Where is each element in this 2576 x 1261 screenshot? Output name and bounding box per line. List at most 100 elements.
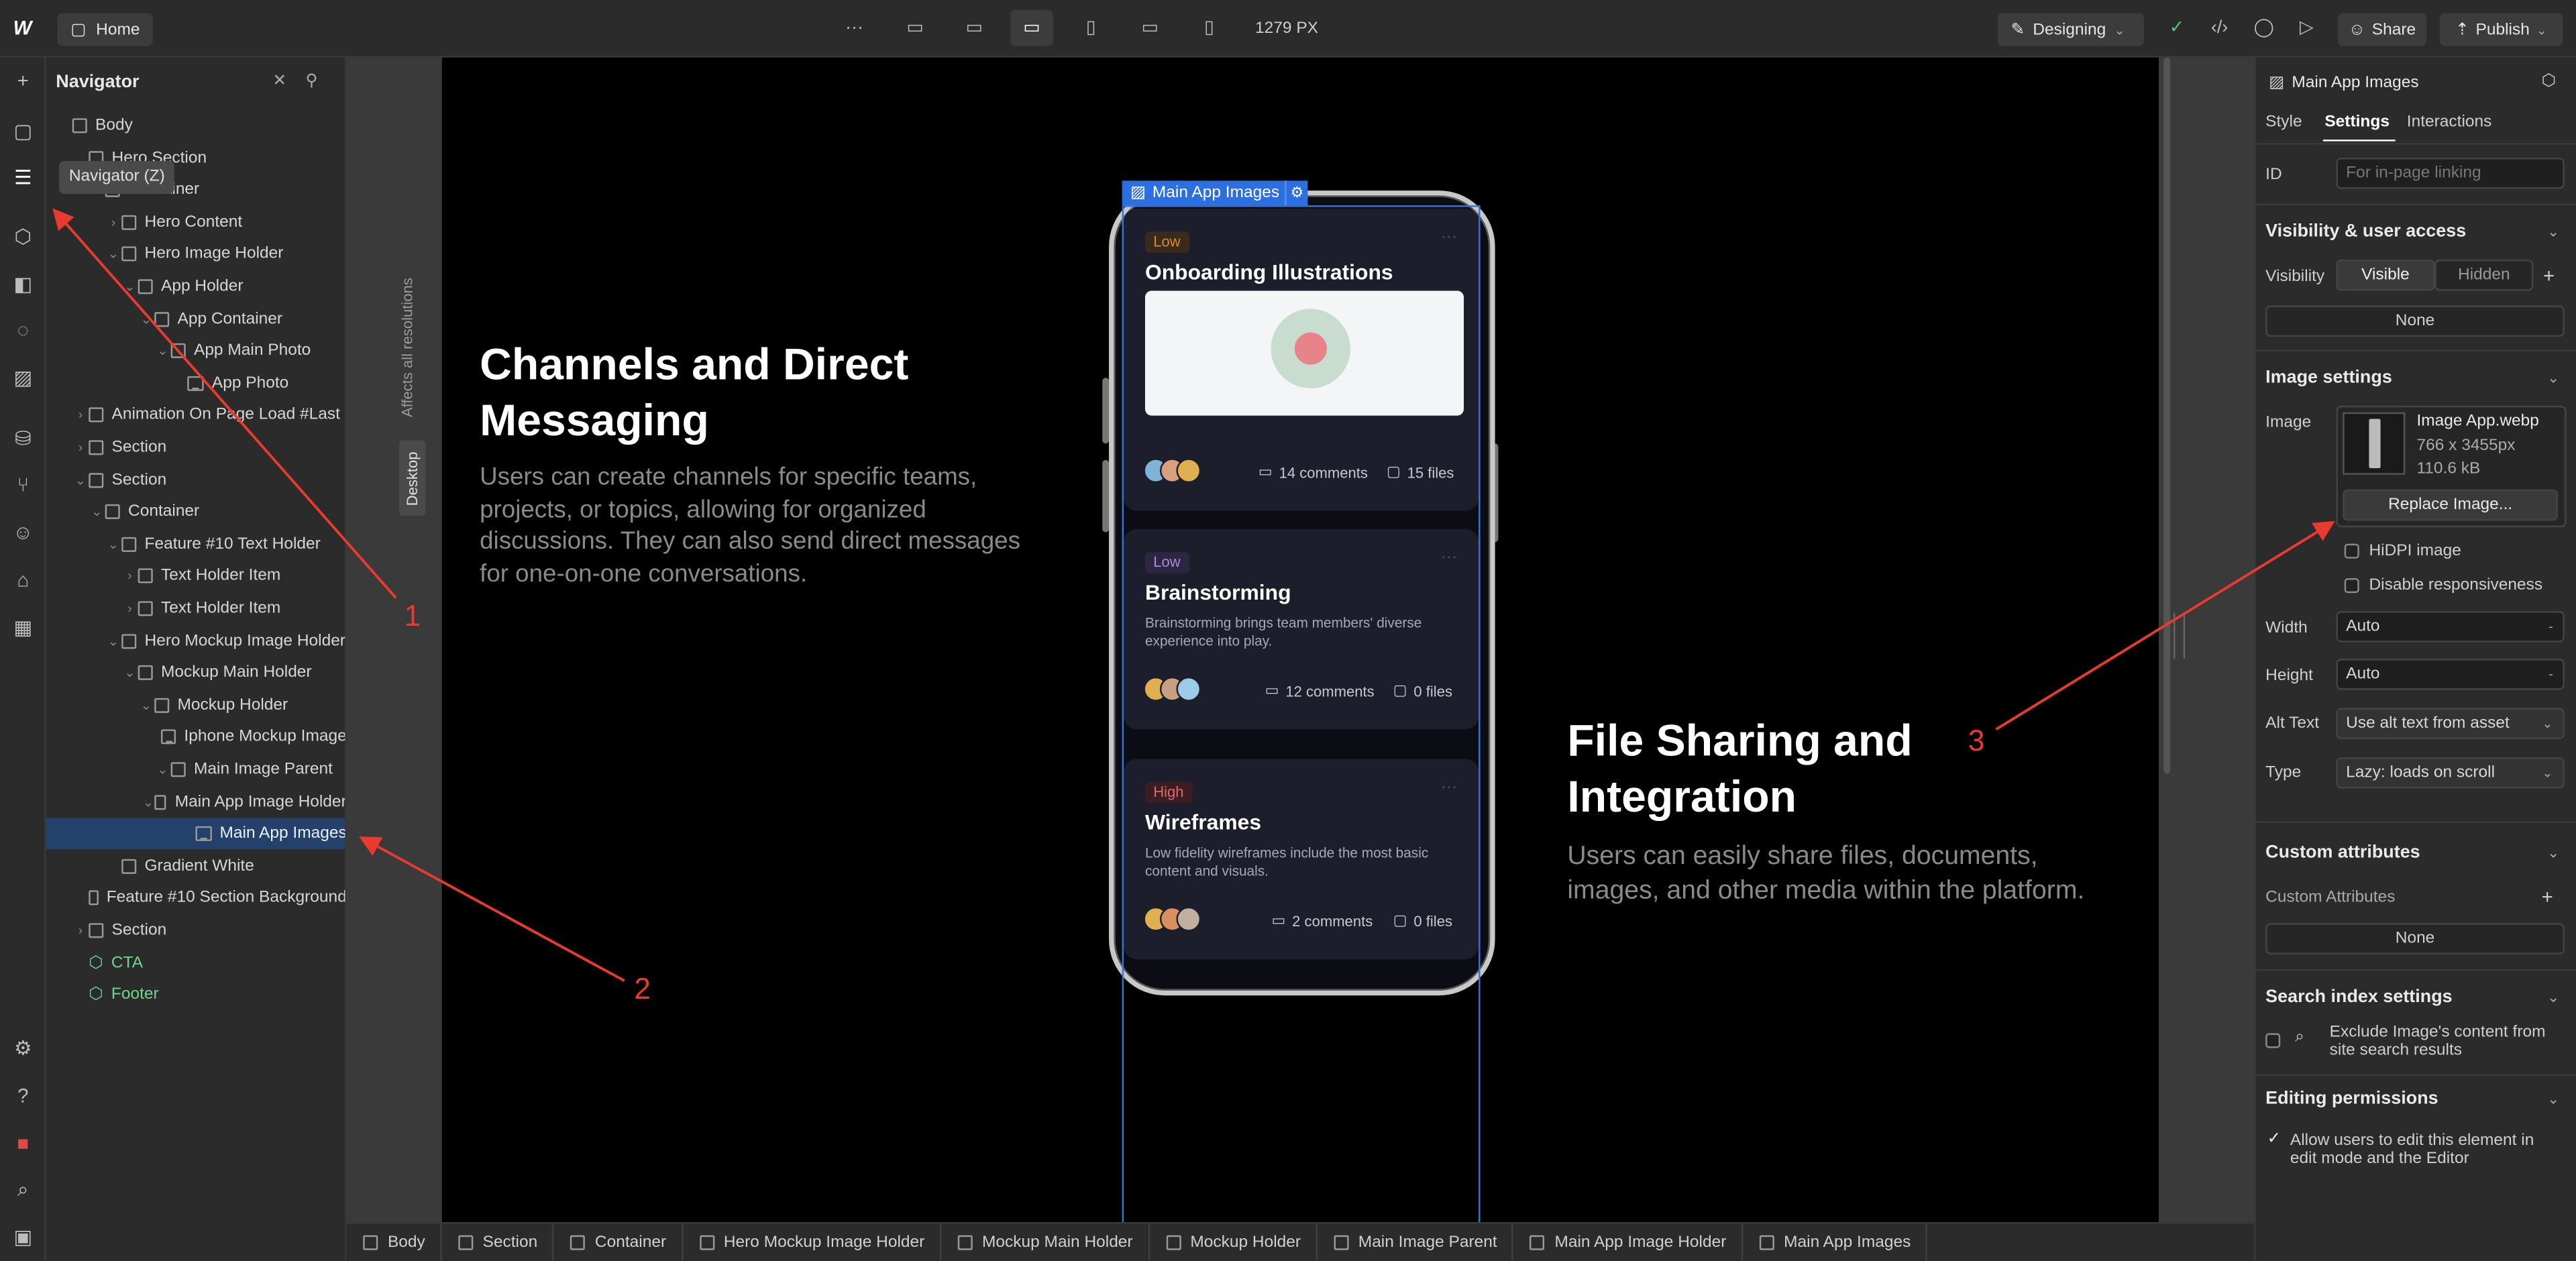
navigator-item[interactable]: ⌄ App Holder <box>46 271 345 303</box>
search-icon[interactable]: ⌕ <box>11 1178 34 1201</box>
expand-caret-icon[interactable]: ⌄ <box>142 794 155 809</box>
navigator-item[interactable]: ⌄ App Main Photo <box>46 335 345 367</box>
navigator-item[interactable]: Iphone Mockup Image <box>46 722 345 753</box>
breadcrumb-item[interactable]: Main Image Parent <box>1318 1223 1514 1261</box>
cms-database-icon[interactable]: ⛁ <box>11 427 34 450</box>
height-input[interactable]: Auto - <box>2336 659 2565 690</box>
video-tutorial-icon[interactable]: ▣ <box>11 1225 34 1248</box>
navigator-item[interactable]: ⌄ Main Image Parent <box>46 754 345 785</box>
tab-settings[interactable]: Settings <box>2324 113 2390 131</box>
exclude-search-checkbox[interactable] <box>2265 1033 2281 1048</box>
editing-permissions-section-title[interactable]: Editing permissions <box>2265 1089 2438 1109</box>
navigator-item-selected[interactable]: Main App Images <box>46 818 345 850</box>
navigator-item[interactable]: › Animation On Page Load #Last <box>46 400 345 431</box>
webflow-logo-icon[interactable]: W <box>13 16 40 39</box>
add-icon[interactable]: + <box>11 69 34 92</box>
add-attribute-icon[interactable]: + <box>2542 885 2553 908</box>
expand-caret-icon[interactable]: › <box>72 408 89 423</box>
tab-interactions[interactable]: Interactions <box>2407 113 2492 131</box>
navigator-item[interactable]: ⌄ App Container <box>46 303 345 335</box>
breakpoint-tablet-icon[interactable]: ▯ <box>1079 18 1102 38</box>
navigator-item[interactable]: ⌄ Hero Mockup Image Holder <box>46 625 345 657</box>
breadcrumb-item[interactable]: Mockup Main Holder <box>941 1223 1150 1261</box>
more-icon[interactable]: ··· <box>843 18 865 38</box>
chevron-down-icon[interactable]: ⌄ <box>2547 223 2559 241</box>
expand-caret-icon[interactable]: › <box>121 601 138 616</box>
navigator-item[interactable]: › Text Holder Item <box>46 593 345 624</box>
navigator-item[interactable]: Body <box>46 110 345 142</box>
breakpoint-desktop-large-icon[interactable]: ▭ <box>904 18 926 38</box>
expand-caret-icon[interactable]: › <box>72 923 89 938</box>
chevron-down-icon[interactable]: ⌄ <box>2547 989 2559 1007</box>
logic-flow-icon[interactable]: ⑂ <box>11 473 34 496</box>
image-section-title[interactable]: Image settings <box>2265 368 2392 388</box>
expand-caret-icon[interactable]: ⌄ <box>72 472 89 487</box>
mode-selector[interactable]: ✎ Designing ⌄ <box>1997 13 2144 46</box>
loading-type-select[interactable]: Lazy: loads on scroll ⌄ <box>2336 757 2565 789</box>
expand-caret-icon[interactable]: ⌄ <box>121 665 138 680</box>
navigator-item[interactable]: › Section <box>46 432 345 463</box>
canvas-width-readout[interactable]: 1279 PX <box>1255 19 1318 38</box>
breakpoint-landscape-icon[interactable]: ▭ <box>1138 18 1161 38</box>
navigator-icon[interactable]: ☰ <box>11 166 34 188</box>
breakpoint-desktop-icon[interactable]: ▭ <box>963 18 985 38</box>
code-icon[interactable]: ‹/› <box>2208 18 2231 38</box>
unit-dropdown-icon[interactable]: - <box>2548 667 2553 681</box>
navigator-item[interactable]: ⬡ CTA <box>46 947 345 979</box>
breadcrumb-item[interactable]: Mockup Holder <box>1149 1223 1318 1261</box>
chevron-down-icon[interactable]: ⌄ <box>2547 844 2559 863</box>
assets-image-icon[interactable]: ▨ <box>11 366 34 389</box>
alt-text-select[interactable]: Use alt text from asset ⌄ <box>2336 708 2565 740</box>
expand-caret-icon[interactable]: › <box>121 569 138 584</box>
navigator-item[interactable]: ⬡ Footer <box>46 979 345 1011</box>
expand-caret-icon[interactable]: ⌄ <box>138 698 154 712</box>
expand-caret-icon[interactable]: ⌄ <box>154 343 170 358</box>
breadcrumb-item[interactable]: Hero Mockup Image Holder <box>683 1223 941 1261</box>
checkmark-icon[interactable]: ✓ <box>2267 1130 2282 1148</box>
disable-responsiveness-checkbox[interactable] <box>2344 578 2359 594</box>
navigator-item[interactable]: › Text Holder Item <box>46 561 345 592</box>
feature-title-channels[interactable]: Channels and Direct Messaging <box>480 337 1022 449</box>
tab-style[interactable]: Style <box>2265 113 2302 131</box>
breadcrumb-item[interactable]: Main App Image Holder <box>1513 1223 1743 1261</box>
hidden-toggle[interactable]: Hidden <box>2434 259 2534 291</box>
ecommerce-basket-icon[interactable]: ⌂ <box>11 568 34 591</box>
visibility-none[interactable]: None <box>2265 305 2565 337</box>
breadcrumb-item[interactable]: Container <box>554 1223 683 1261</box>
element-settings-gear-icon[interactable]: ⚙ <box>1285 180 1308 206</box>
navigator-item[interactable]: ⌄ Mockup Holder <box>46 690 345 721</box>
navigator-item[interactable]: ⌄ Hero Image Holder <box>46 239 345 270</box>
settings-gear-icon[interactable]: ⚙ <box>11 1036 34 1059</box>
breakpoint-tab-desktop[interactable]: Desktop <box>399 440 426 516</box>
expand-caret-icon[interactable]: › <box>72 440 89 455</box>
page-selector-button[interactable]: ▢ Home <box>57 13 154 46</box>
expand-caret-icon[interactable]: › <box>105 215 121 229</box>
breadcrumb-item[interactable]: Body <box>347 1223 442 1261</box>
visible-toggle[interactable]: Visible <box>2336 259 2435 291</box>
hidpi-checkbox[interactable] <box>2344 543 2359 559</box>
feature-body-files[interactable]: Users can easily share files, documents,… <box>1567 839 2109 908</box>
expand-caret-icon[interactable]: ⌄ <box>105 633 121 648</box>
share-button[interactable]: ☺ Share <box>2337 13 2427 46</box>
navigator-item[interactable]: ⌄ Section <box>46 464 345 496</box>
styles-drops-icon[interactable]: ◌ <box>11 319 34 341</box>
navigator-item[interactable]: › Hero Content <box>46 207 345 238</box>
pin-icon[interactable]: ⚲ <box>306 72 318 91</box>
close-icon[interactable]: ✕ <box>273 72 287 91</box>
breadcrumb-item[interactable]: Section <box>441 1223 554 1261</box>
navigator-item[interactable]: App Photo <box>46 368 345 399</box>
breakpoint-mobile-icon[interactable]: ▯ <box>1197 18 1220 38</box>
check-circle-icon[interactable]: ✓ <box>2165 18 2188 38</box>
custom-attributes-section-title[interactable]: Custom attributes <box>2265 842 2420 862</box>
canvas-scrollbar[interactable] <box>2163 57 2171 774</box>
feature-body-channels[interactable]: Users can create channels for specific t… <box>480 461 1022 590</box>
expand-caret-icon[interactable]: ⌄ <box>105 247 121 262</box>
components-icon[interactable]: ⬡ <box>11 225 34 248</box>
selection-outline[interactable] <box>1122 205 1481 1224</box>
pages-icon[interactable]: ▢ <box>11 120 34 143</box>
navigator-item[interactable]: Gradient White <box>46 851 345 882</box>
navigator-item[interactable]: Feature #10 Section Background <box>46 883 345 914</box>
breadcrumb-item[interactable]: Main App Images <box>1743 1223 1927 1261</box>
search-index-section-title[interactable]: Search index settings <box>2265 987 2452 1007</box>
comment-icon[interactable]: ◯ <box>2253 18 2275 38</box>
